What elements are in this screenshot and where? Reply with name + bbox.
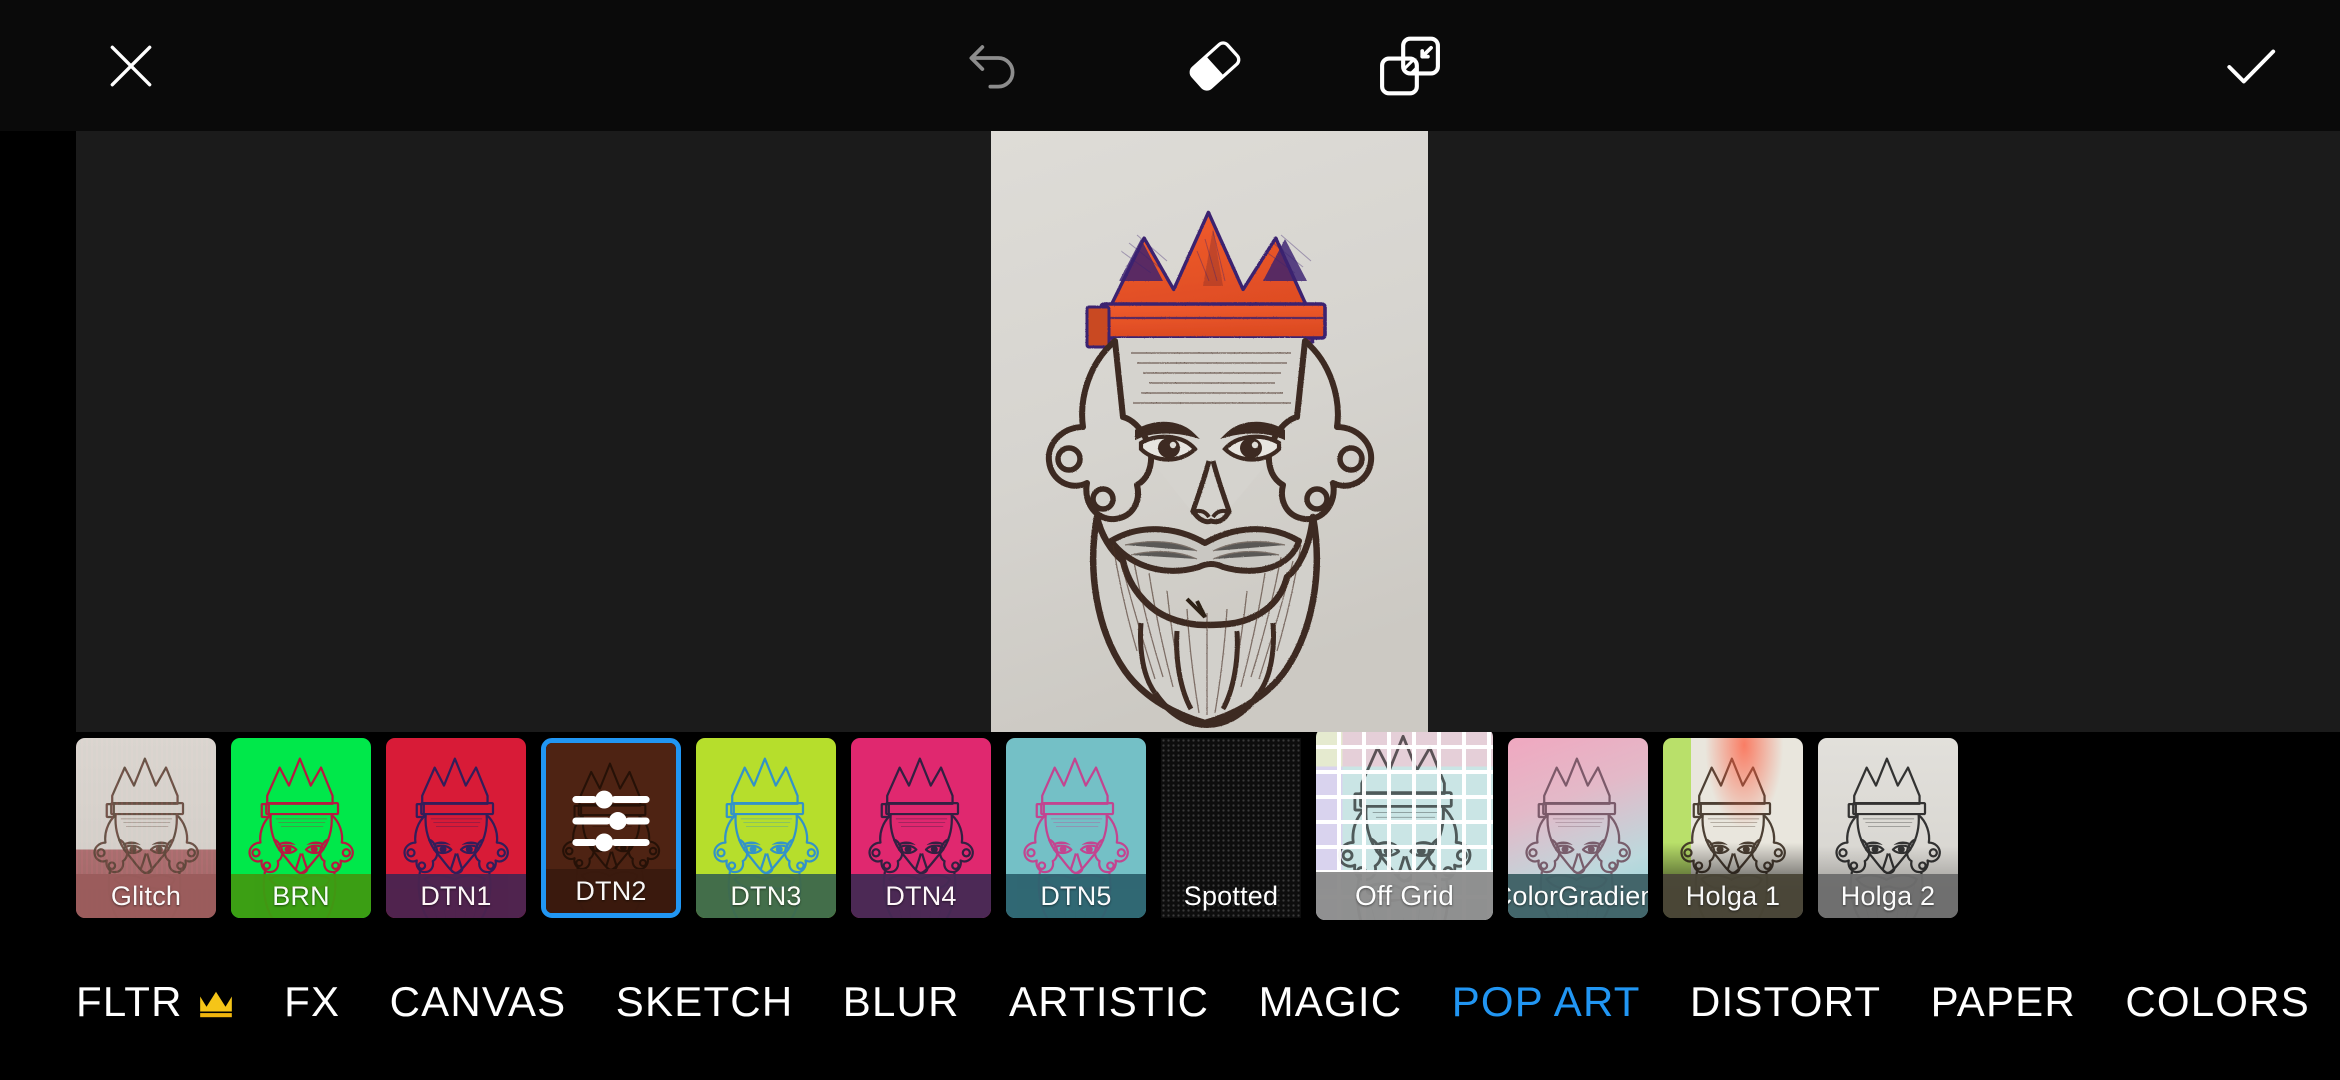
edited-image[interactable] xyxy=(991,131,1428,732)
filter-thumb-label: DTN4 xyxy=(851,874,991,918)
nav-tab-label: POP ART xyxy=(1451,978,1641,1025)
nav-tab-label: ARTISTIC xyxy=(1009,978,1210,1025)
filter-thumb-holga-1[interactable]: Holga 1 xyxy=(1663,738,1803,918)
nav-tab-label: COLORS xyxy=(2125,978,2310,1025)
nav-tab-magic[interactable]: MAGIC xyxy=(1259,978,1403,1026)
filter-thumb-off-grid[interactable]: Off Grid xyxy=(1316,732,1493,920)
filter-thumb-colorgradient[interactable]: ColorGradient xyxy=(1508,738,1648,918)
nav-tab-sketch[interactable]: SKETCH xyxy=(616,978,794,1026)
king-artwork-illustration xyxy=(991,131,1428,732)
nav-tab-canvas[interactable]: CANVAS xyxy=(390,978,567,1026)
nav-tab-label: CANVAS xyxy=(389,978,567,1025)
nav-tab-label: PAPER xyxy=(1930,978,2076,1025)
filter-thumb-spotted[interactable]: Spotted xyxy=(1161,738,1301,918)
undo-button[interactable] xyxy=(940,0,1050,131)
filter-thumbnail-strip[interactable]: Glitch BRN DTN1 DTN2 DTN3 DTN4 DTN5 Spot… xyxy=(0,732,2340,924)
nav-tab-label: DISTORT xyxy=(1690,978,1882,1025)
blend-overlap-button[interactable] xyxy=(1345,0,1475,131)
nav-tab-pop-art[interactable]: POP ART xyxy=(1452,978,1641,1026)
crown-icon xyxy=(199,991,232,1018)
filter-thumb-label: DTN1 xyxy=(386,874,526,918)
filter-thumb-dtn5[interactable]: DTN5 xyxy=(1006,738,1146,918)
filter-thumb-brn[interactable]: BRN xyxy=(231,738,371,918)
filter-thumb-label: DTN3 xyxy=(696,874,836,918)
filter-thumb-label: Spotted xyxy=(1183,880,1279,911)
nav-tab-artistic[interactable]: ARTISTIC xyxy=(1009,978,1209,1026)
filter-thumb-label: DTN2 xyxy=(546,869,676,913)
overlap-blend-icon xyxy=(1380,36,1440,95)
filter-thumb-dtn4[interactable]: DTN4 xyxy=(851,738,991,918)
filter-thumb-label: Holga 1 xyxy=(1663,874,1803,918)
nav-tab-blur[interactable]: BLUR xyxy=(843,978,960,1026)
filter-thumb-glitch[interactable]: Glitch xyxy=(76,738,216,918)
nav-tab-label: SKETCH xyxy=(615,978,794,1025)
close-icon xyxy=(110,45,152,86)
undo-icon xyxy=(969,44,1015,88)
eraser-icon xyxy=(1189,40,1241,91)
nav-tab-label: FLTR xyxy=(76,978,183,1025)
nav-tab-fltr[interactable]: FLTR xyxy=(76,978,235,1026)
nav-tab-colors[interactable]: COLORS xyxy=(2125,978,2310,1026)
filter-thumb-dtn3[interactable]: DTN3 xyxy=(696,738,836,918)
filter-thumb-holga-2[interactable]: Holga 2 xyxy=(1818,738,1958,918)
nav-tab-label: BLUR xyxy=(842,978,960,1025)
filter-thumb-label: BRN xyxy=(231,874,371,918)
eraser-button[interactable] xyxy=(1150,0,1280,131)
top-toolbar xyxy=(0,0,2340,131)
filter-thumb-label: Glitch xyxy=(76,874,216,918)
nav-tab-label: FX xyxy=(284,978,341,1025)
filter-thumb-dtn2[interactable]: DTN2 xyxy=(541,738,681,918)
filter-thumb-label: DTN5 xyxy=(1006,874,1146,918)
apply-confirm-button[interactable] xyxy=(2196,0,2306,131)
nav-tab-distort[interactable]: DISTORT xyxy=(1690,978,1881,1026)
nav-tab-label: MAGIC xyxy=(1258,978,1403,1025)
filter-thumb-label: Holga 2 xyxy=(1818,874,1958,918)
nav-tab-paper[interactable]: PAPER xyxy=(1931,978,2076,1026)
nav-tab-fx[interactable]: FX xyxy=(284,978,340,1026)
category-nav-bar[interactable]: FLTR FX CANVAS SKETCH BLUR ARTISTIC MAGIC POP … xyxy=(0,924,2340,1080)
filter-thumb-dtn1[interactable]: DTN1 xyxy=(386,738,526,918)
filter-thumb-label: ColorGradient xyxy=(1508,874,1648,918)
checkmark-icon xyxy=(2227,49,2276,83)
filter-thumb-label: Off Grid xyxy=(1316,872,1493,920)
canvas-preview-area[interactable] xyxy=(76,131,2340,732)
photo-editor-screen: Glitch BRN DTN1 DTN2 DTN3 DTN4 DTN5 Spot… xyxy=(0,0,2340,1080)
close-button[interactable] xyxy=(76,0,186,131)
